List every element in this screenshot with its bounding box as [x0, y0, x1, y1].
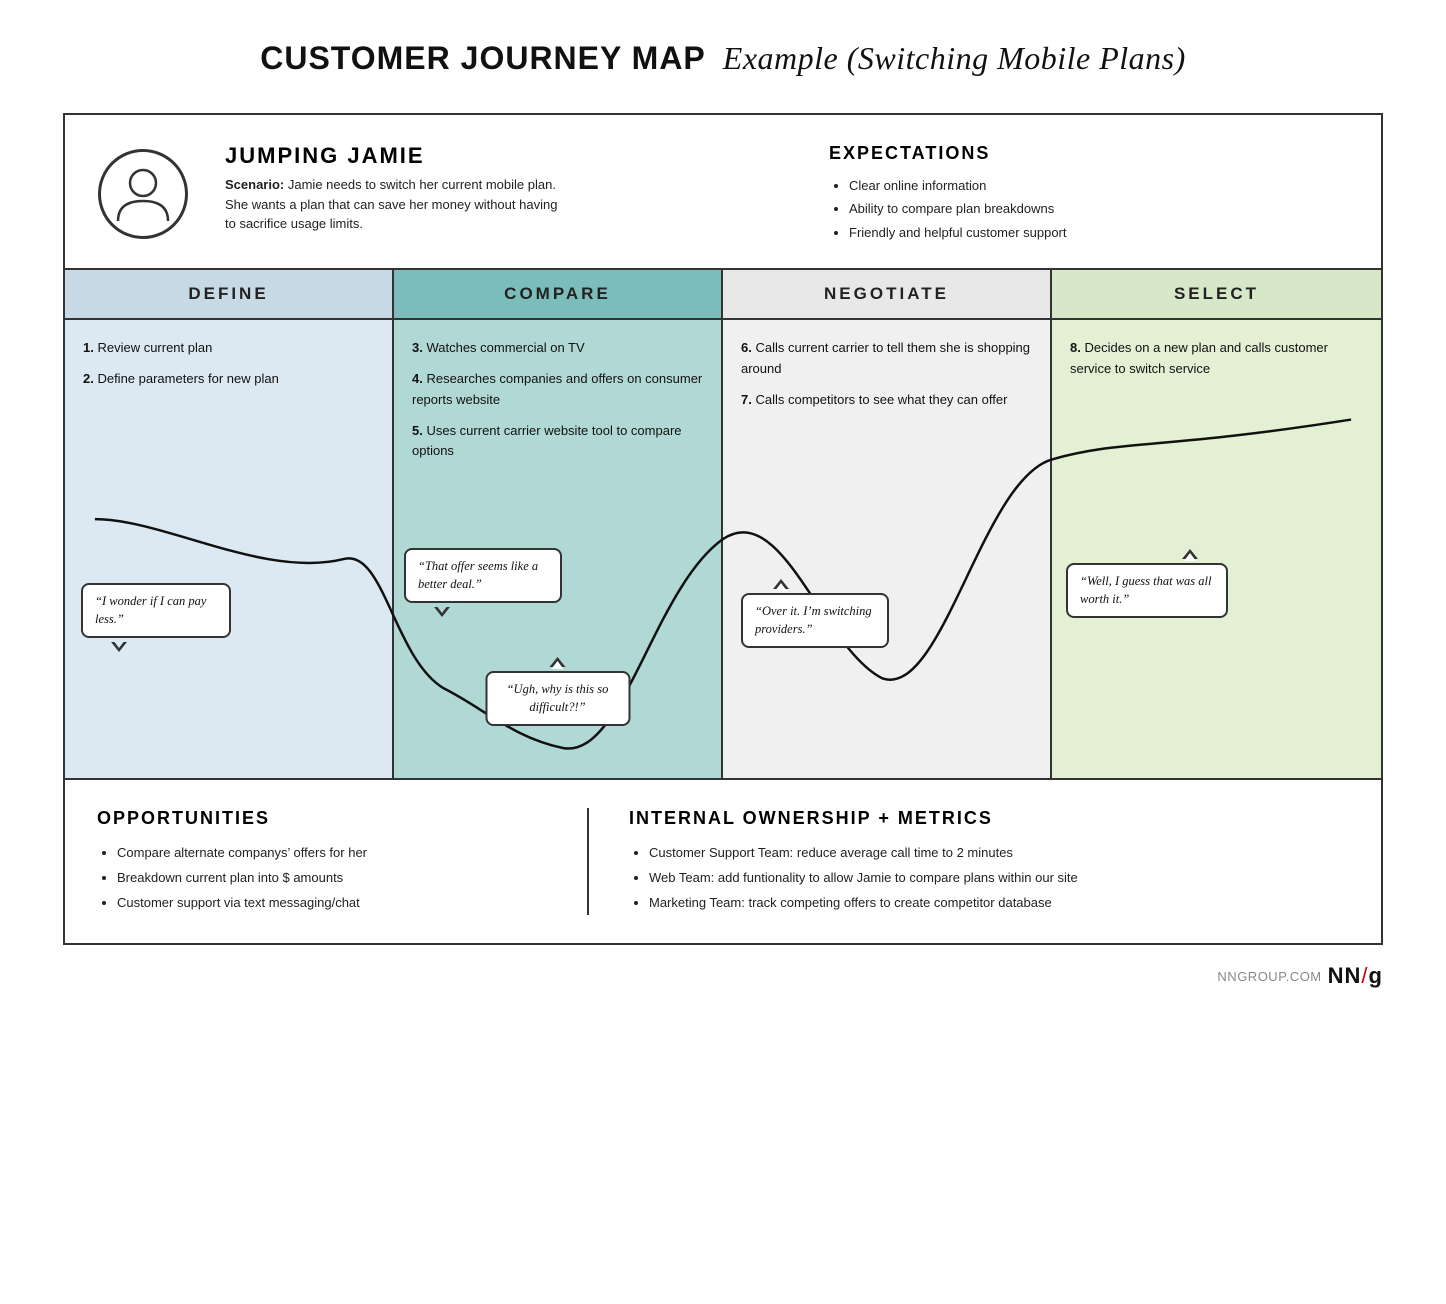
list-item: Breakdown current plan into $ amounts: [117, 866, 547, 891]
persona-scenario: Scenario: Jamie needs to switch her curr…: [225, 175, 565, 234]
bottom-row: OPPORTUNITIES Compare alternate companys…: [65, 780, 1381, 943]
vertical-divider: [587, 808, 589, 915]
step-2: 2. Define parameters for new plan: [83, 369, 374, 390]
opportunities-title: OPPORTUNITIES: [97, 808, 547, 829]
step-8: 8. Decides on a new plan and calls custo…: [1070, 338, 1363, 380]
list-item: Marketing Team: track competing offers t…: [649, 891, 1349, 916]
list-item: Web Team: add funtionality to allow Jami…: [649, 866, 1349, 891]
bubble-offer: “That offer seems like a better deal.”: [404, 548, 562, 603]
list-item: Customer Support Team: reduce average ca…: [649, 841, 1349, 866]
main-container: JUMPING JAMIE Scenario: Jamie needs to s…: [63, 113, 1383, 945]
list-item: Friendly and helpful customer support: [849, 221, 1349, 244]
title-bold: CUSTOMER JOURNEY MAP: [260, 40, 706, 76]
expectations-title: EXPECTATIONS: [829, 143, 1349, 164]
expectations-block: EXPECTATIONS Clear online informationAbi…: [769, 143, 1349, 244]
phases-header: DEFINE COMPARE NEGOTIATE SELECT: [65, 270, 1381, 320]
step-7: 7. Calls competitors to see what they ca…: [741, 390, 1032, 411]
page-title: CUSTOMER JOURNEY MAP Example (Switching …: [260, 40, 1186, 77]
bubble-i-wonder: “I wonder if I can pay less.”: [81, 583, 231, 638]
step-1: 1. Review current plan: [83, 338, 374, 359]
opportunities-block: OPPORTUNITIES Compare alternate companys…: [97, 808, 547, 915]
branding-logo: NN/g: [1328, 963, 1383, 989]
list-item: Ability to compare plan breakdowns: [849, 197, 1349, 220]
list-item: Compare alternate companys’ offers for h…: [117, 841, 547, 866]
journey-area: 1. Review current plan 2. Define paramet…: [65, 320, 1381, 780]
expectations-list: Clear online informationAbility to compa…: [829, 174, 1349, 244]
phase-define-header: DEFINE: [65, 270, 394, 318]
step-3: 3. Watches commercial on TV: [412, 338, 703, 359]
phase-compare-header: COMPARE: [394, 270, 723, 318]
bubble-over-it: “Over it. I’m switching providers.”: [741, 593, 889, 648]
step-5: 5. Uses current carrier website tool to …: [412, 421, 703, 463]
avatar: [98, 149, 188, 239]
avatar-wrap: [93, 143, 193, 244]
phase-negotiate-header: NEGOTIATE: [723, 270, 1052, 318]
internal-block: INTERNAL OWNERSHIP + METRICS Customer Su…: [629, 808, 1349, 915]
journey-cell-select: 8. Decides on a new plan and calls custo…: [1052, 320, 1381, 778]
internal-list: Customer Support Team: reduce average ca…: [629, 841, 1349, 915]
step-6: 6. Calls current carrier to tell them sh…: [741, 338, 1032, 380]
bubble-worth-it: “Well, I guess that was all worth it.”: [1066, 563, 1228, 618]
journey-cell-compare: 3. Watches commercial on TV 4. Researche…: [394, 320, 723, 778]
branding: NNGROUP.COM NN/g: [63, 963, 1383, 989]
persona-info: JUMPING JAMIE Scenario: Jamie needs to s…: [217, 143, 745, 244]
journey-cell-negotiate: 6. Calls current carrier to tell them sh…: [723, 320, 1052, 778]
list-item: Clear online information: [849, 174, 1349, 197]
title-italic: Example (Switching Mobile Plans): [723, 40, 1186, 76]
opportunities-list: Compare alternate companys’ offers for h…: [97, 841, 547, 915]
internal-title: INTERNAL OWNERSHIP + METRICS: [629, 808, 1349, 829]
journey-cell-define: 1. Review current plan 2. Define paramet…: [65, 320, 394, 778]
step-4: 4. Researches companies and offers on co…: [412, 369, 703, 411]
persona-name: JUMPING JAMIE: [225, 143, 745, 169]
bubble-ugh: “Ugh, why is this so difficult?!”: [485, 671, 630, 726]
list-item: Customer support via text messaging/chat: [117, 891, 547, 916]
phase-select-header: SELECT: [1052, 270, 1381, 318]
persona-row: JUMPING JAMIE Scenario: Jamie needs to s…: [65, 115, 1381, 270]
branding-site: NNGROUP.COM: [1217, 969, 1321, 984]
